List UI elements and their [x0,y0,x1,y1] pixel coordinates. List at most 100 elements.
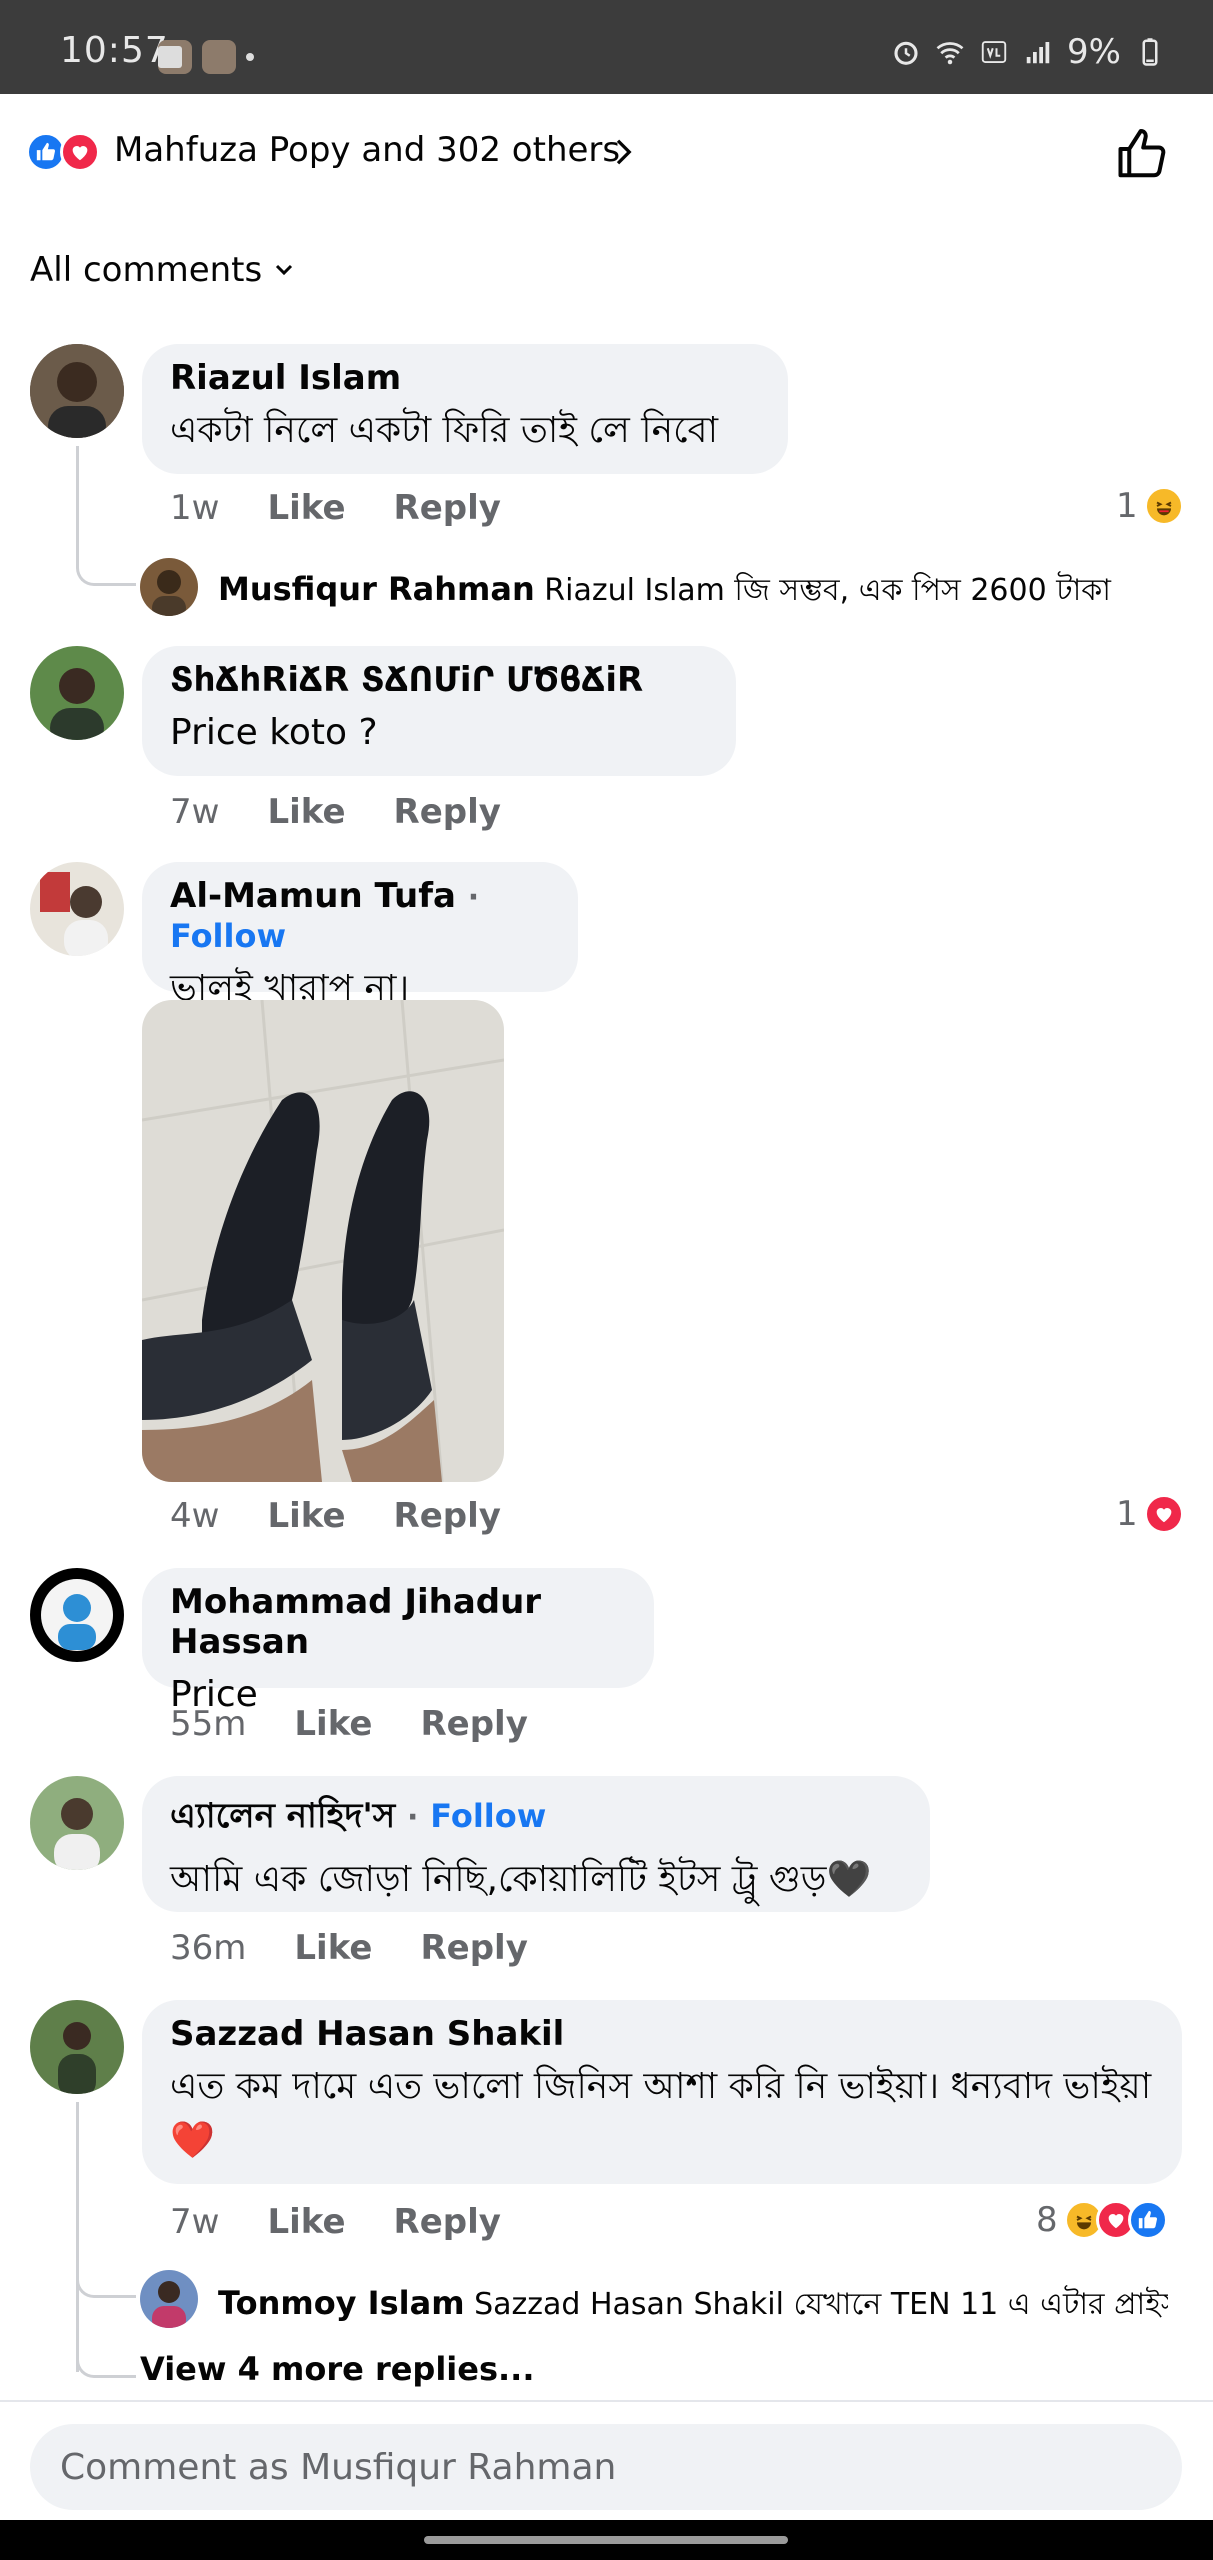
comment-filter-dropdown[interactable]: All comments [30,250,296,290]
home-gesture-handle[interactable] [424,2536,788,2544]
gallery-notification-icon [158,46,182,68]
comment-actions: 1w Like Reply [170,488,501,528]
battery-percent: 9% [1067,32,1121,72]
comment-text: এত কম দামে এত ভালো জিনিস আশা করি নি ভাইয… [170,2066,1152,2161]
comment-author[interactable]: Riazul Islam [170,358,760,398]
follow-button[interactable]: Follow [170,917,286,955]
avatar[interactable] [30,344,124,438]
volte-icon [981,41,1007,63]
reaction-icons [26,132,100,172]
comment-author[interactable]: Al-Mamun Tufa [170,876,456,916]
comment-text: আমি এক জোড়া নিছি,কোয়ালিটি ইটস ট্রু গুড… [170,1859,872,1900]
comment-age[interactable]: 7w [170,2202,219,2242]
system-navigation-bar [0,2520,1213,2560]
comment-author-row: এ্যালেন নাহিদ'স · Follow [170,1790,902,1847]
comment-bubble[interactable]: Mohammad Jihadur Hassan Price [142,1568,654,1715]
thread-line [76,2330,136,2378]
avatar[interactable] [30,1568,124,1662]
reply-button[interactable]: Reply [394,792,501,832]
thread-line [76,2250,136,2298]
follow-button[interactable]: Follow [430,1797,546,1835]
chevron-down-icon [276,264,293,276]
chevron-right-icon[interactable] [608,134,638,170]
more-notifications-icon [246,53,254,61]
comment-bubble[interactable]: Al-Mamun Tufa · Follow ভালই খারাপ না। [142,862,578,1009]
avatar[interactable] [30,862,124,956]
reaction-count[interactable]: 1 [1116,486,1184,526]
status-time: 10:57 [60,30,169,71]
avatar[interactable] [30,1776,124,1870]
reply-preview[interactable]: Musfiqur Rahman Riazul Islam জি সম্ভব, এ… [218,566,1188,617]
like-button[interactable]: Like [267,488,345,528]
thread-line [76,446,136,586]
like-post-button[interactable] [1113,124,1173,184]
reaction-count-number: 1 [1116,1494,1138,1534]
reply-text: Riazul Islam জি সম্ভব, এক পিস 2600 টাকা [544,573,1111,608]
like-button[interactable]: Like [294,1704,372,1744]
reply-button[interactable]: Reply [420,1704,527,1744]
comment-author[interactable]: এ্যালেন নাহিদ'স [170,1796,395,1836]
comment-age[interactable]: 4w [170,1496,219,1536]
signal-icon [1026,42,1050,64]
reply-button[interactable]: Reply [420,1928,527,1968]
comment-age[interactable]: 36m [170,1928,246,1968]
comment-bubble[interactable]: ՏհՃհRiՃR ՏՃՈՄiՐ ՄԾϐՃiR Price koto ? [142,646,736,776]
comment-filter-label: All comments [30,250,263,290]
separator-dot: · [467,880,480,915]
reactions-header[interactable]: Mahfuza Popy and 302 others [0,94,1213,214]
comment-author[interactable]: Mohammad Jihadur Hassan [170,1582,626,1662]
battery-icon [1142,38,1158,66]
comment-text: একটা নিলে একটা ফিরি তাই লে নিবো [170,410,719,451]
reaction-count-number: 8 [1036,2200,1058,2240]
comment-photo[interactable] [142,1000,504,1482]
comment-composer-bar: Comment as Musfiqur Rahman [0,2400,1213,2520]
system-icons: 9% [891,32,1165,72]
reaction-count-number: 1 [1116,486,1138,526]
like-button[interactable]: Like [294,1928,372,1968]
like-button[interactable]: Like [267,2202,345,2242]
reaction-count[interactable]: 8 [1036,2200,1168,2240]
like-reaction-icon [1127,2200,1168,2240]
view-more-replies-link[interactable]: View 4 more replies... [140,2350,534,2388]
like-button[interactable]: Like [267,792,345,832]
comment-bubble[interactable]: এ্যালেন নাহিদ'স · Follow আমি এক জোড়া নি… [142,1776,930,1912]
comment-actions: 7w Like Reply [170,792,501,832]
reactions-summary[interactable]: Mahfuza Popy and 302 others [114,130,620,170]
messenger-notification-icon-2 [202,40,236,74]
reply-button[interactable]: Reply [394,1496,501,1536]
comment-actions: 7w Like Reply [170,2202,501,2242]
comment-author-row: Al-Mamun Tufa · Follow [170,876,550,956]
separator-dot: · [407,1800,419,1835]
avatar[interactable] [140,2270,198,2328]
status-bar: 10:57 9% [0,0,1213,94]
comment-bubble[interactable]: Sazzad Hasan Shakil এত কম দামে এত ভালো জ… [142,2000,1182,2184]
comment-age[interactable]: 55m [170,1704,246,1744]
alarm-icon [894,41,918,65]
love-reaction-icon [1143,1494,1184,1534]
reply-text: Sazzad Hasan Shakil যেখানে TEN 11 এ এটার… [474,2287,1168,2322]
comment-author[interactable]: Sazzad Hasan Shakil [170,2014,1154,2054]
comment-text: Price koto ? [170,712,378,753]
love-reaction-icon [60,132,100,172]
reply-preview[interactable]: Tonmoy Islam Sazzad Hasan Shakil যেখানে … [218,2280,1168,2331]
wifi-icon [936,42,964,65]
notification-icons [158,40,254,74]
like-button[interactable]: Like [267,1496,345,1536]
reply-button[interactable]: Reply [394,2202,501,2242]
haha-reaction-icon [1143,486,1184,526]
reply-author[interactable]: Musfiqur Rahman [218,570,535,608]
avatar[interactable] [30,2000,124,2094]
comment-actions: 4w Like Reply [170,1496,501,1536]
comment-input[interactable]: Comment as Musfiqur Rahman [30,2424,1182,2510]
comment-actions: 55m Like Reply [170,1704,528,1744]
comment-bubble[interactable]: Riazul Islam একটা নিলে একটা ফিরি তাই লে … [142,344,788,474]
reaction-count[interactable]: 1 [1116,1494,1184,1534]
avatar[interactable] [140,558,198,616]
comment-age[interactable]: 1w [170,488,219,528]
avatar[interactable] [30,646,124,740]
reply-button[interactable]: Reply [394,488,501,528]
comment-age[interactable]: 7w [170,792,219,832]
comment-actions: 36m Like Reply [170,1928,528,1968]
reply-author[interactable]: Tonmoy Islam [218,2284,465,2322]
comment-author[interactable]: ՏհՃհRiՃR ՏՃՈՄiՐ ՄԾϐՃiR [170,660,708,700]
